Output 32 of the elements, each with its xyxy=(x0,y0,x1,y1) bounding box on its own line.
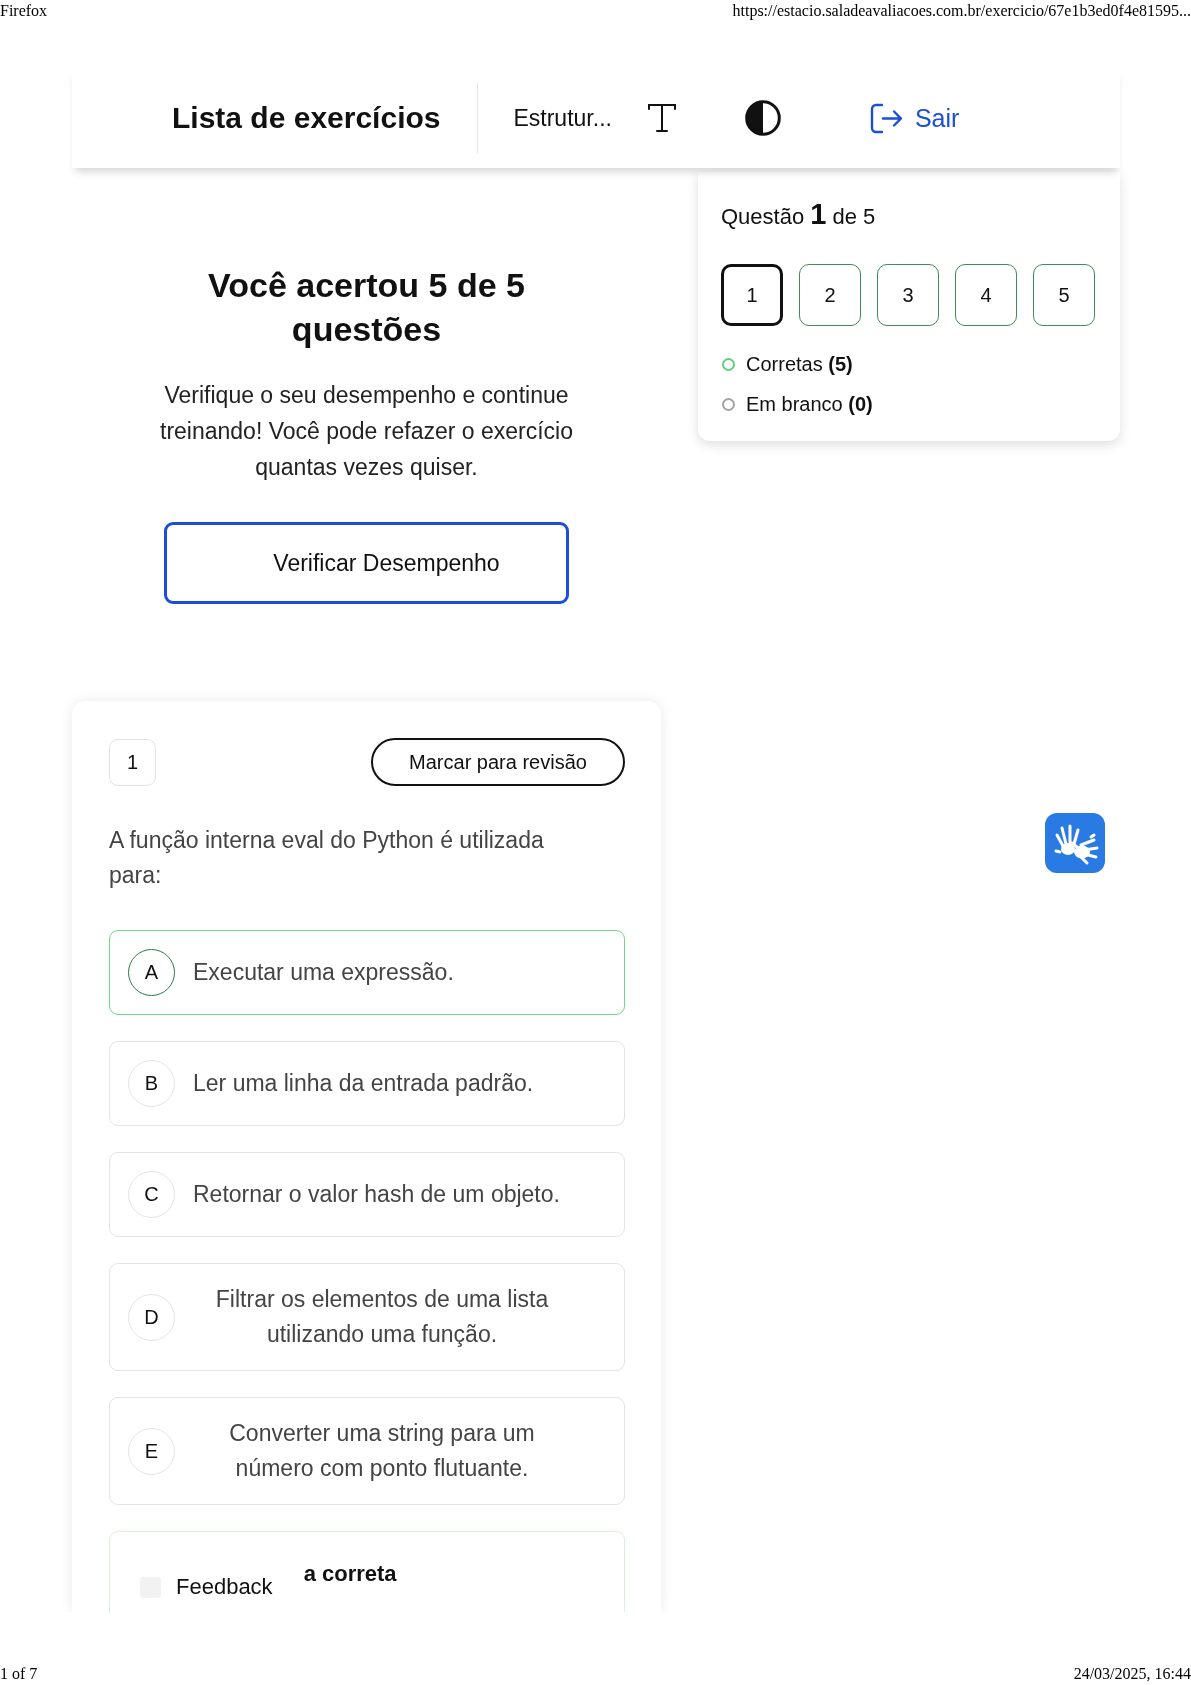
page-title: Lista de exercícios xyxy=(172,101,441,135)
question-number-button[interactable]: 4 xyxy=(955,264,1017,326)
question-number-button[interactable]: 3 xyxy=(877,264,939,326)
subject-name: Estrutur... xyxy=(513,104,612,132)
question-number-button[interactable]: 1 xyxy=(721,264,783,326)
feedback-text: a correta xyxy=(303,1562,397,1586)
feedback-label: Feedback xyxy=(176,1574,273,1600)
question-number-button[interactable]: 5 xyxy=(1033,264,1095,326)
legend-label: Em branco (0) xyxy=(746,392,873,417)
contrast-icon[interactable] xyxy=(744,100,781,136)
question-number: 1 xyxy=(109,738,156,786)
legend-label: Corretas (5) xyxy=(746,352,853,377)
browser-name: Firefox xyxy=(0,1,48,21)
answer-option[interactable]: E Converter uma string para um número com ponto flutuante. xyxy=(109,1397,625,1505)
answer-option[interactable]: A Executar uma expressão. xyxy=(109,930,625,1015)
mark-for-review-button[interactable]: Marcar para revisão xyxy=(371,738,625,786)
page-number: 1 of 7 xyxy=(0,1664,38,1684)
question-text: A função interna eval do Python é utilizada para: xyxy=(109,826,545,890)
question-number-button[interactable]: 2 xyxy=(799,264,861,326)
logout-icon xyxy=(869,102,903,134)
text-icon[interactable] xyxy=(646,103,677,133)
answer-option[interactable]: D Filtrar os elementos de uma lista utilizando uma função. xyxy=(109,1263,625,1371)
result-message: Verifique o seu desempenho e continue treinando! Você pode refazer o exercício quantas vezes quiser. xyxy=(159,381,574,482)
sign-language-icon[interactable] xyxy=(1045,813,1105,873)
page-url: https://estacio.saladeavaliacoes.com.br/exercicio/67e1b3ed0f4e81595... xyxy=(732,1,1191,22)
logout-button[interactable]: Sair xyxy=(869,102,960,134)
print-date: 24/03/2025, 16:44 xyxy=(1073,1664,1191,1684)
answer-option[interactable]: B Ler uma linha da entrada padrão. xyxy=(109,1041,625,1126)
result-heading: Você acertou 5 de 5 questões xyxy=(207,265,526,350)
check-performance-button[interactable]: Verificar Desempenho xyxy=(164,522,569,604)
answer-option[interactable]: C Retornar o valor hash de um objeto. xyxy=(109,1152,625,1237)
question-counter: Questão 1 de 5 xyxy=(721,199,876,232)
